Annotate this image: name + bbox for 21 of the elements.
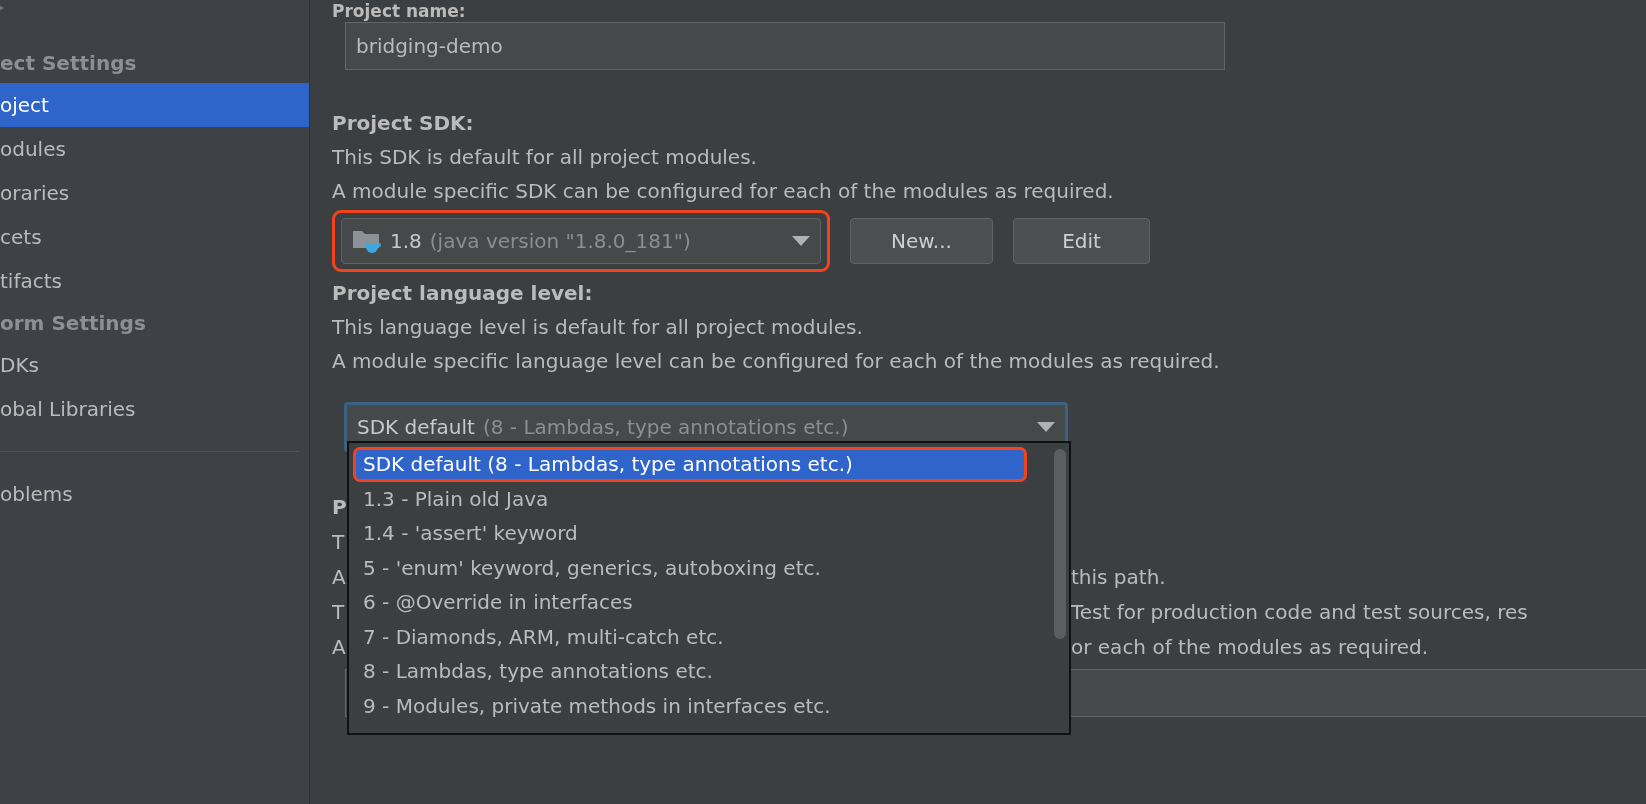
description-text: This SDK is default for all project modules. xyxy=(332,144,758,171)
description-text: or each of the modules as required. xyxy=(1071,634,1430,661)
description-text: A module specific SDK can be configured for each of the modules as required. xyxy=(332,178,1115,205)
section-heading: P xyxy=(332,494,347,521)
combo-detail: (java version "1.8.0_181") xyxy=(429,229,691,253)
field-label: Project name: xyxy=(332,0,467,22)
description-text: T xyxy=(332,599,345,626)
description-text: This language level is default for all project modules. xyxy=(332,314,864,341)
description-text: T xyxy=(332,529,345,556)
section-heading: Project SDK: xyxy=(332,110,475,137)
description-text: Test for production code and test sources, res xyxy=(1071,599,1529,626)
description-text: A xyxy=(332,634,346,661)
combo-detail: (8 - Lambdas, type annotations etc.) xyxy=(482,415,849,439)
combo-value: SDK default xyxy=(357,415,475,439)
description-text: this path. xyxy=(1071,564,1167,591)
section-header: ect Settings xyxy=(0,50,138,77)
section-heading: Project language level: xyxy=(332,280,594,307)
combo-value: 1.8 xyxy=(390,229,422,253)
description-text: A xyxy=(332,564,346,591)
section-header: orm Settings xyxy=(0,310,147,337)
description-text: A module specific language level can be configured for each of the modules as required. xyxy=(332,348,1221,375)
